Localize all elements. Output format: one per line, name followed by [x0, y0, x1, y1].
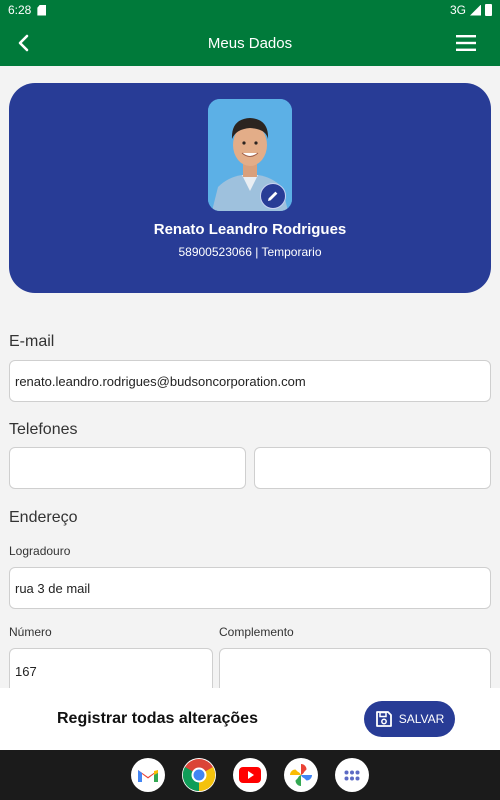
back-button[interactable]	[8, 28, 38, 58]
network-type: 3G	[449, 3, 466, 17]
app-bar: Meus Dados	[0, 20, 500, 66]
menu-button[interactable]	[454, 31, 478, 55]
profile-card: Renato Leandro Rodrigues 58900523066 | T…	[9, 83, 491, 293]
save-button[interactable]: SALVAR	[364, 701, 455, 737]
app-drawer-icon	[344, 770, 360, 780]
status-bar: 6:28 3G	[0, 0, 500, 20]
street-label: Logradouro	[9, 544, 71, 558]
phone-field-1[interactable]	[9, 447, 246, 489]
sd-card-icon	[37, 4, 47, 16]
street-field[interactable]	[9, 567, 491, 609]
hamburger-menu-icon	[456, 35, 476, 51]
email-section-title: E-mail	[9, 333, 55, 350]
email-field[interactable]	[9, 360, 491, 402]
gmail-icon	[138, 770, 158, 782]
status-time: 6:28	[8, 3, 32, 17]
profile-id-status: 58900523066 | Temporario	[178, 245, 322, 259]
register-changes-text: Registrar todas alterações	[57, 710, 258, 727]
battery-icon	[485, 4, 492, 16]
chrome-icon	[182, 759, 216, 792]
phone-field-2[interactable]	[254, 447, 491, 489]
photos-icon	[290, 764, 312, 786]
app-dock	[0, 750, 500, 800]
photos-app[interactable]	[284, 758, 318, 792]
pencil-icon	[268, 191, 278, 201]
profile-name: Renato Leandro Rodrigues	[153, 221, 347, 238]
save-button-label: SALVAR	[398, 712, 445, 726]
address-section-title: Endereço	[9, 509, 78, 526]
number-label: Número	[9, 625, 52, 639]
youtube-app[interactable]	[233, 758, 267, 792]
page-title: Meus Dados	[207, 34, 293, 52]
bottom-action-bar: Registrar todas alterações SALVAR	[0, 688, 500, 750]
phones-section-title: Telefones	[9, 421, 78, 438]
edit-photo-button[interactable]	[260, 183, 286, 209]
chrome-app[interactable]	[182, 758, 216, 792]
app-drawer[interactable]	[335, 758, 369, 792]
arrow-back-icon	[18, 34, 29, 52]
signal-icon	[470, 4, 481, 16]
floppy-disk-icon	[375, 711, 392, 727]
youtube-icon	[239, 767, 261, 783]
gmail-app[interactable]	[131, 758, 165, 792]
complement-label: Complemento	[219, 625, 294, 639]
